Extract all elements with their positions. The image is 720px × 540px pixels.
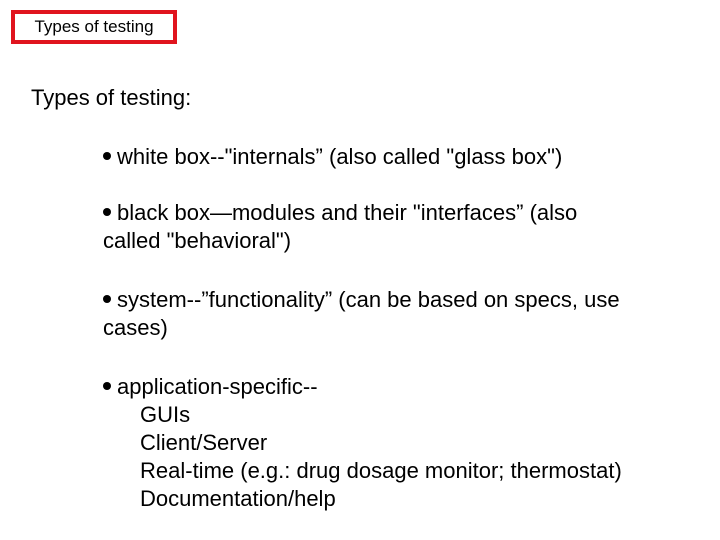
sub-item-real-time: Real-time (e.g.: drug dosage monitor; th… [140,458,622,483]
bullet-dot-icon [103,208,111,217]
bullet-dot-icon [103,295,111,304]
bullet-line: white box--"internals” (also called "gla… [103,143,562,171]
bullet-line-continuation: called "behavioral") [103,228,292,253]
bullet-line: application-specific-- [103,373,622,401]
bullet-item-application-specific: application-specific-- GUIs Client/Serve… [103,373,622,513]
slide-title: Types of testing [34,17,154,36]
sub-item-documentation: Documentation/help [140,486,336,511]
bullet-dot-icon [103,152,111,161]
bullet-item-white-box: white box--"internals” (also called "gla… [103,143,562,171]
bullet-line-continuation: cases) [103,315,168,340]
section-heading: Types of testing: [31,85,192,110]
slide-title-box: Types of testing [11,10,177,44]
bullet-line: black box—modules and their "interfaces”… [103,199,577,227]
bullet-dot-icon [103,382,111,391]
bullet-line: system--”functionality” (can be based on… [103,286,620,314]
bullet-item-black-box: black box—modules and their "interfaces”… [103,199,577,255]
bullet-item-system: system--”functionality” (can be based on… [103,286,620,342]
sub-item-client-server: Client/Server [140,430,268,455]
sub-item-guis: GUIs [140,402,191,427]
